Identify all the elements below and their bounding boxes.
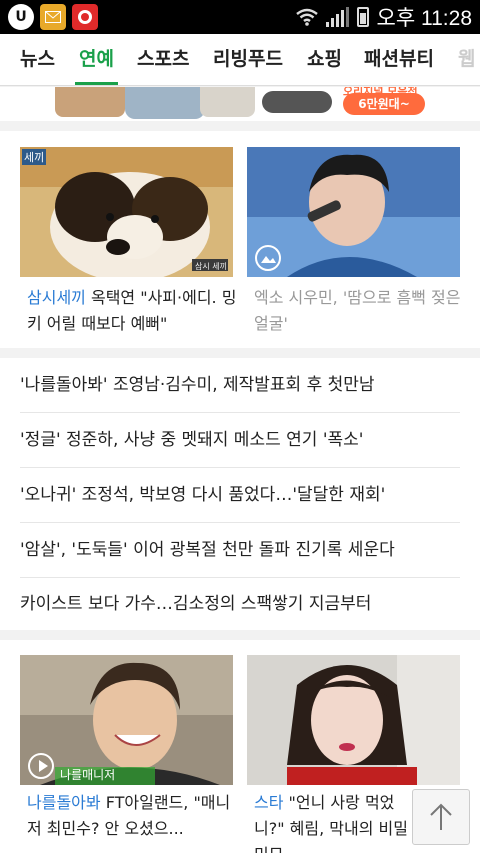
- article-source: 삼시세끼: [27, 288, 86, 307]
- clock: 오후 11:28: [376, 7, 472, 30]
- tab-fashion-beauty[interactable]: 패션뷰티: [364, 34, 434, 85]
- ad-banner[interactable]: 오리지널 모음전 6만원대~: [0, 87, 480, 121]
- news-card-grid: 세끼 삼시 세끼 삼시세끼 옥택연 "사피·에디. 밍키 어릴 때보다 예뻐" …: [0, 131, 480, 348]
- article-thumbnail[interactable]: 나를매니저: [20, 655, 233, 785]
- article-source: 스타: [254, 793, 284, 812]
- article-thumbnail[interactable]: [247, 655, 460, 785]
- category-tabs: 뉴스 연예 스포츠 리빙푸드 쇼핑 패션뷰티 웹: [0, 34, 480, 86]
- article-caption[interactable]: 스타 "언니 사랑 먹었니?" 혜림, 막내의 비밀 미모: [254, 790, 414, 853]
- scroll-to-top-button[interactable]: [412, 789, 470, 845]
- article-thumbnail[interactable]: 세끼 삼시 세끼: [20, 147, 233, 277]
- app-badge-icon: [72, 4, 98, 30]
- thumb-caption: 나를매니저: [60, 768, 116, 782]
- sandal-image: [262, 91, 332, 113]
- article-title: 엑소 시우민, '땀으로 흠뻑 젖은 얼굴': [254, 288, 461, 333]
- tab-shopping[interactable]: 쇼핑: [307, 34, 342, 85]
- headline-item[interactable]: '정글' 정준하, 사냥 중 멧돼지 메소드 연기 '폭소': [20, 413, 460, 468]
- headline-item[interactable]: '나를돌아봐' 조영남·김수미, 제작발표회 후 첫만남: [20, 358, 460, 413]
- status-bar: U 오후 11:28: [0, 0, 480, 34]
- play-icon: [28, 753, 54, 779]
- tab-sports[interactable]: 스포츠: [137, 34, 189, 85]
- system-indicators: 오후 11:28: [295, 2, 472, 32]
- arrow-up-icon: [430, 803, 452, 830]
- bag-image: [200, 87, 255, 117]
- notification-icons: U: [8, 4, 98, 30]
- headline-item[interactable]: '암살', '도둑들' 이어 광복절 천만 돌파 진기록 세운다: [20, 523, 460, 578]
- puppy-photo: [20, 147, 233, 277]
- woman-photo: [247, 655, 460, 785]
- news-card-grid: 나를매니저 나를돌아봐 FT아일랜드, "매니저 최민수? 안 오셨으... 스…: [0, 640, 480, 853]
- headline-list: '나를돌아봐' 조영남·김수미, 제작발표회 후 첫만남 '정글' 정준하, 사…: [0, 358, 480, 630]
- article-caption[interactable]: 삼시세끼 옥택연 "사피·에디. 밍키 어릴 때보다 예뻐": [27, 285, 240, 337]
- article-caption[interactable]: 나를돌아봐 FT아일랜드, "매니저 최민수? 안 오셨으...: [27, 790, 240, 842]
- headline-item[interactable]: 카이스트 보다 가수…김소정의 스팩쌓기 지금부터: [20, 577, 460, 632]
- bag-image: [125, 87, 205, 119]
- headline-item[interactable]: '오나귀' 조정석, 박보영 다시 품었다…'달달한 재회': [20, 468, 460, 523]
- signal-icon: [325, 7, 349, 27]
- thumb-corner-caption: 삼시 세끼: [195, 262, 227, 271]
- tab-web[interactable]: 웹: [458, 34, 475, 85]
- mail-icon: [40, 4, 66, 30]
- gallery-icon: [255, 245, 281, 271]
- tab-news[interactable]: 뉴스: [20, 34, 55, 85]
- tab-entertainment[interactable]: 연예: [75, 34, 118, 85]
- wifi-icon: [295, 8, 318, 26]
- bag-image: [55, 87, 125, 117]
- article-thumbnail[interactable]: [247, 147, 460, 277]
- battery-icon: [356, 7, 369, 27]
- thumb-caption: 세끼: [22, 149, 47, 165]
- article-source: 나를돌아봐: [27, 793, 101, 812]
- price-badge: 6만원대~: [343, 93, 425, 115]
- u-plus-icon: U: [8, 4, 34, 30]
- tab-living-food[interactable]: 리빙푸드: [213, 34, 283, 85]
- article-caption[interactable]: 엑소 시우민, '땀으로 흠뻑 젖은 얼굴': [254, 285, 467, 337]
